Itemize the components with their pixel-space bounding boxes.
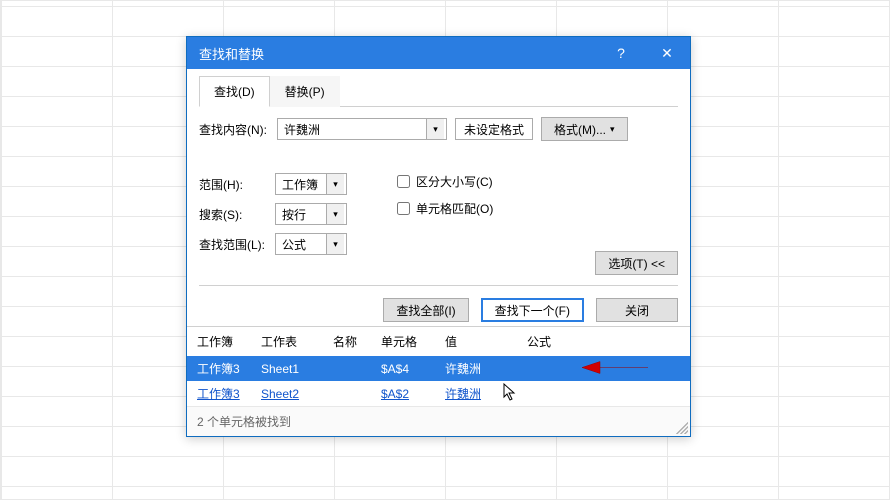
help-icon: ? bbox=[617, 45, 625, 61]
col-worksheet[interactable]: 工作表 bbox=[261, 333, 333, 350]
tab-replace[interactable]: 替换(P) bbox=[270, 76, 340, 107]
result-row-1[interactable]: 工作簿3 Sheet1 $A$4 许魏洲 bbox=[187, 356, 690, 381]
col-name[interactable]: 名称 bbox=[333, 333, 381, 350]
find-replace-dialog: 查找和替换 ? ✕ 查找(D) 替换(P) 查找内容(N): ▾ 未设定格式 bbox=[186, 36, 691, 437]
options-section: 范围(H): ▾ 搜索(S): ▾ 查找范围(L): bbox=[199, 173, 678, 275]
chevron-down-icon: ▾ bbox=[333, 209, 338, 220]
col-formula[interactable]: 公式 bbox=[527, 333, 680, 350]
within-combo[interactable]: ▾ bbox=[275, 173, 347, 195]
tabs: 查找(D) 替换(P) bbox=[199, 75, 678, 107]
link-workbook[interactable]: 工作簿3 bbox=[197, 387, 240, 401]
chevron-down-icon: ▾ bbox=[433, 124, 438, 135]
lookin-input[interactable] bbox=[276, 234, 326, 254]
within-input[interactable] bbox=[276, 174, 326, 194]
options-toggle-button[interactable]: 选项(T) << bbox=[595, 251, 678, 275]
within-label: 范围(H): bbox=[199, 176, 267, 193]
lookin-combo[interactable]: ▾ bbox=[275, 233, 347, 255]
results-status: 2 个单元格被找到 bbox=[187, 406, 690, 436]
col-value[interactable]: 值 bbox=[445, 333, 527, 350]
chevron-down-icon: ▾ bbox=[333, 179, 338, 190]
within-dropdown[interactable]: ▾ bbox=[326, 174, 344, 194]
find-all-button[interactable]: 查找全部(I) bbox=[383, 298, 468, 322]
results-panel: 工作簿 工作表 名称 单元格 值 公式 工作簿3 Sheet1 $A$4 许魏洲 bbox=[187, 326, 690, 436]
search-label: 搜索(S): bbox=[199, 206, 267, 223]
find-what-label: 查找内容(N): bbox=[199, 121, 269, 138]
search-dropdown[interactable]: ▾ bbox=[326, 204, 344, 224]
match-entire-checkbox[interactable]: 单元格匹配(O) bbox=[397, 200, 678, 217]
results-header: 工作簿 工作表 名称 单元格 值 公式 bbox=[187, 327, 690, 356]
format-preview: 未设定格式 bbox=[455, 118, 533, 140]
arrow-annotation bbox=[580, 357, 650, 380]
find-what-combo[interactable]: ▾ bbox=[277, 118, 447, 140]
chevron-down-icon: ▾ bbox=[610, 124, 615, 135]
find-next-button[interactable]: 查找下一个(F) bbox=[481, 298, 584, 322]
col-cell[interactable]: 单元格 bbox=[381, 333, 445, 350]
find-what-row: 查找内容(N): ▾ 未设定格式 格式(M)... ▾ bbox=[199, 117, 678, 141]
resize-gripper[interactable] bbox=[676, 422, 688, 434]
find-what-dropdown[interactable]: ▾ bbox=[426, 119, 444, 139]
search-combo[interactable]: ▾ bbox=[275, 203, 347, 225]
close-icon: ✕ bbox=[661, 45, 673, 62]
dialog-title: 查找和替换 bbox=[199, 44, 598, 63]
help-button[interactable]: ? bbox=[598, 37, 644, 69]
titlebar[interactable]: 查找和替换 ? ✕ bbox=[187, 37, 690, 69]
chevron-down-icon: ▾ bbox=[333, 239, 338, 250]
format-button[interactable]: 格式(M)... ▾ bbox=[541, 117, 628, 141]
result-row-2[interactable]: 工作簿3 Sheet2 $A$2 许魏洲 bbox=[187, 381, 690, 406]
link-worksheet[interactable]: Sheet2 bbox=[261, 387, 299, 401]
link-value[interactable]: 许魏洲 bbox=[445, 387, 481, 401]
lookin-label: 查找范围(L): bbox=[199, 236, 267, 253]
dialog-close-button[interactable]: 关闭 bbox=[596, 298, 678, 322]
search-input[interactable] bbox=[276, 204, 326, 224]
col-workbook[interactable]: 工作簿 bbox=[197, 333, 261, 350]
match-case-input[interactable] bbox=[397, 175, 410, 188]
action-row: 查找全部(I) 查找下一个(F) 关闭 bbox=[199, 285, 678, 326]
lookin-dropdown[interactable]: ▾ bbox=[326, 234, 344, 254]
find-what-input[interactable] bbox=[278, 119, 426, 139]
close-button[interactable]: ✕ bbox=[644, 37, 690, 69]
match-case-checkbox[interactable]: 区分大小写(C) bbox=[397, 173, 678, 190]
match-entire-input[interactable] bbox=[397, 202, 410, 215]
tab-find[interactable]: 查找(D) bbox=[199, 76, 270, 107]
link-cell[interactable]: $A$2 bbox=[381, 387, 409, 401]
